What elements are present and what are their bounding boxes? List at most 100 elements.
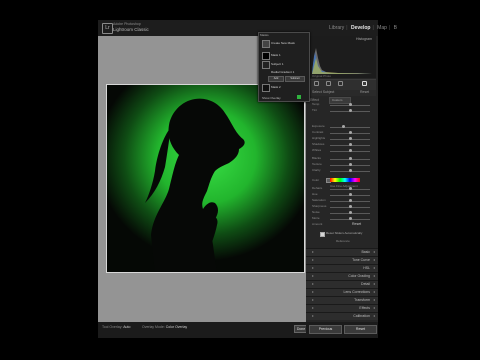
section-label: Calibration bbox=[353, 314, 370, 318]
slider-row[interactable]: Whites bbox=[312, 148, 374, 154]
photo-preview[interactable] bbox=[106, 84, 305, 273]
masking-tool-icon[interactable] bbox=[362, 81, 367, 86]
tool-overlay-label: Tool Overlay: bbox=[102, 325, 123, 329]
expand-icon bbox=[312, 291, 314, 293]
create-new-mask-button[interactable]: Create New Mask bbox=[262, 40, 304, 48]
section-header[interactable]: Effects bbox=[306, 304, 378, 312]
section-header[interactable]: Transform bbox=[306, 296, 378, 304]
expand-icon bbox=[312, 251, 314, 253]
module-library[interactable]: Library bbox=[329, 25, 344, 31]
color-label: Color bbox=[312, 178, 320, 182]
expand-icon bbox=[312, 283, 314, 285]
slider-thumb[interactable] bbox=[348, 143, 352, 146]
heal-tool-icon[interactable] bbox=[326, 81, 331, 86]
slider-thumb[interactable] bbox=[348, 217, 352, 220]
slider-label: Highlights bbox=[312, 136, 326, 140]
slider-thumb[interactable] bbox=[348, 103, 352, 106]
reset-sliders-label: Reset Sliders Automatically bbox=[326, 231, 363, 235]
slider-track[interactable] bbox=[330, 126, 370, 128]
slider-label: Blacks bbox=[312, 156, 321, 160]
crop-tool-icon[interactable] bbox=[314, 81, 319, 86]
slider-thumb[interactable] bbox=[348, 157, 352, 160]
histogram-meta: Original Photo bbox=[312, 74, 332, 78]
amount-label: Amount bbox=[312, 222, 323, 226]
section-header[interactable]: Color Grading bbox=[306, 272, 378, 280]
slider-label: Hue bbox=[312, 192, 318, 196]
overlay-mode-select[interactable]: Overlay Mode: Color Overlay bbox=[142, 325, 187, 329]
histogram[interactable] bbox=[308, 36, 376, 78]
module-separator: | bbox=[388, 25, 391, 31]
section-header[interactable]: Lens Corrections bbox=[306, 288, 378, 296]
overlay-mode-value: Color Overlay bbox=[165, 325, 188, 329]
slider-label: Exposure bbox=[312, 124, 325, 128]
slider-thumb[interactable] bbox=[348, 211, 352, 214]
slider-row[interactable]: Tint bbox=[312, 108, 374, 114]
histogram-title: Histogram bbox=[356, 37, 372, 41]
add-mask-button[interactable]: Add bbox=[268, 76, 284, 82]
section-label: Color Grading bbox=[348, 274, 370, 278]
mask-thumbnail-icon bbox=[262, 84, 270, 92]
module-develop[interactable]: Develop bbox=[351, 25, 370, 31]
subtract-mask-button[interactable]: Subtract bbox=[285, 76, 305, 82]
slider-thumb[interactable] bbox=[348, 169, 352, 172]
slider-thumb[interactable] bbox=[348, 199, 352, 202]
tool-overlay-select[interactable]: Tool Overlay: Auto bbox=[102, 325, 130, 329]
mask-item-label: Mask 2 bbox=[271, 85, 281, 89]
module-picker: Library | Develop | Map | B bbox=[328, 25, 398, 31]
section-label: Basic bbox=[361, 250, 370, 254]
slider-thumb[interactable] bbox=[348, 149, 352, 152]
reference-label: Reference bbox=[336, 239, 350, 243]
histogram-graph bbox=[312, 48, 372, 74]
masks-panel-title: Masks bbox=[260, 33, 269, 37]
red-eye-tool-icon[interactable] bbox=[338, 81, 343, 86]
silhouette-photo bbox=[107, 85, 304, 272]
module-book[interactable]: B bbox=[394, 25, 397, 31]
collapse-icon bbox=[373, 291, 375, 293]
mask-thumbnail-icon bbox=[262, 52, 270, 60]
mask-item[interactable]: Subject 1 bbox=[262, 61, 304, 69]
slider-thumb[interactable] bbox=[348, 205, 352, 208]
mask-item-label: Radial Gradient 1 bbox=[271, 70, 295, 74]
slider-label: Temp bbox=[312, 102, 320, 106]
slider-thumb[interactable] bbox=[348, 131, 352, 134]
section-header[interactable]: Basic bbox=[306, 248, 378, 256]
mask-item[interactable]: Mask 2 bbox=[262, 84, 304, 92]
section-header[interactable]: HSL bbox=[306, 264, 378, 272]
module-separator: | bbox=[372, 25, 374, 31]
slider-label: Shadows bbox=[312, 142, 325, 146]
overlay-mode-label: Overlay Mode: bbox=[142, 325, 165, 329]
slider-label: Contrast bbox=[312, 130, 324, 134]
overlay-color-swatch[interactable] bbox=[297, 95, 301, 99]
section-label: Effects bbox=[359, 306, 370, 310]
mask-item-label: Create New Mask bbox=[271, 41, 295, 45]
reset-sliders-checkbox[interactable] bbox=[320, 232, 325, 237]
slider-thumb[interactable] bbox=[348, 163, 352, 166]
section-label: Detail bbox=[361, 282, 370, 286]
module-map[interactable]: Map bbox=[377, 25, 387, 31]
collapse-icon bbox=[373, 307, 375, 309]
collapse-icon bbox=[373, 251, 375, 253]
section-header[interactable]: Tone Curve bbox=[306, 256, 378, 264]
color-spectrum[interactable] bbox=[330, 178, 360, 182]
previous-button[interactable]: Previous bbox=[309, 325, 342, 334]
expand-icon bbox=[312, 275, 314, 277]
mask-item[interactable]: Mask 1 bbox=[262, 52, 304, 60]
slider-label: Clarity bbox=[312, 168, 321, 172]
slider-thumb[interactable] bbox=[348, 193, 352, 196]
slider-thumb[interactable] bbox=[342, 125, 346, 128]
section-header[interactable]: Calibration bbox=[306, 312, 378, 320]
collapse-icon bbox=[373, 275, 375, 277]
amount-reset[interactable]: Reset bbox=[352, 222, 361, 226]
section-header[interactable]: Detail bbox=[306, 280, 378, 288]
expand-icon bbox=[312, 307, 314, 309]
collapse-icon bbox=[373, 315, 375, 317]
reset-button[interactable]: Reset bbox=[344, 325, 377, 334]
slider-row[interactable]: Clarity bbox=[312, 168, 374, 174]
section-label: Lens Corrections bbox=[343, 290, 370, 294]
slider-thumb[interactable] bbox=[348, 137, 352, 140]
subject-thumbnail-icon bbox=[262, 61, 270, 69]
slider-thumb[interactable] bbox=[348, 109, 352, 112]
section-label: Tone Curve bbox=[352, 258, 370, 262]
mask-header-reset[interactable]: Reset bbox=[360, 90, 369, 94]
slider-label: Dehaze bbox=[312, 186, 323, 190]
